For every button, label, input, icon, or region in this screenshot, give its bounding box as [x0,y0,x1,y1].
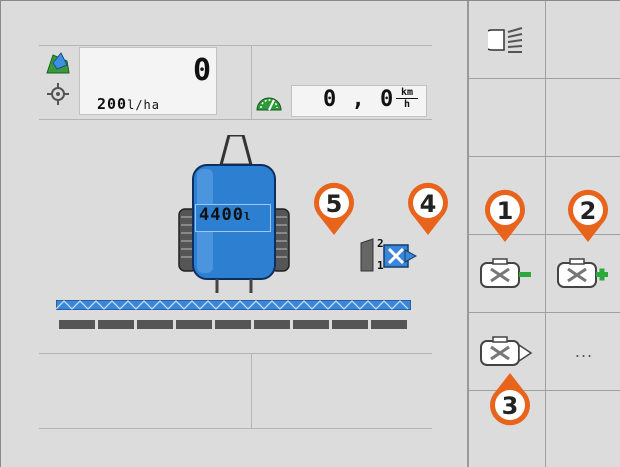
more-label: ... [574,342,594,361]
nozzle-minus-icon [480,257,531,288]
softkey-empty[interactable] [469,79,546,157]
boom [55,295,412,311]
work-lights-icon [488,26,523,53]
more-button[interactable]: ... [546,313,620,391]
rate-unit: l/ha [127,98,160,112]
callout-1-label: 1 [496,197,514,225]
softkey-empty[interactable] [546,79,620,157]
applied-value: 0 [192,53,211,88]
speed-unit-bottom: h [403,99,411,110]
callout-4-label: 4 [419,190,437,218]
tank-unit: l [243,210,252,223]
nozzle-plus-icon [557,257,608,288]
nozzle-next-icon [480,335,533,366]
callout-3: 3 [487,371,533,427]
callout-3-label: 3 [501,392,519,420]
tank-volume-readout: 4400l [199,205,252,225]
tank-volume: 4400 [199,205,244,225]
nozzle-status-icon [383,241,418,271]
speed-value: 0 , 0 [323,87,395,112]
speedometer-icon [255,91,283,113]
nozzle-plus-button[interactable] [546,235,620,313]
callout-5: 5 [311,181,357,237]
boom-sections [59,315,409,329]
divider [251,353,252,428]
divider [39,45,432,46]
softkey-empty[interactable] [546,391,620,467]
callout-2-label: 2 [579,197,597,225]
speed-unit: km h [396,87,418,110]
rate-readout: 200l/ha [97,95,160,113]
softkey-empty[interactable] [546,1,620,79]
divider [39,353,432,354]
target-icon [46,82,70,106]
work-area: 0 200l/ha 0 , 0 km h 4400l 2 1 5 4 [1,1,467,467]
divider [39,428,432,429]
divider [251,45,252,119]
rate-value: 200 [97,95,128,113]
nozzle-minus-button[interactable] [469,235,546,313]
speed-unit-top: km [396,87,418,99]
callout-5-label: 5 [325,190,343,218]
lights-button[interactable] [469,1,546,79]
field-area-icon [45,51,71,77]
section-switch-icon[interactable] [359,237,379,273]
callout-4: 4 [405,181,451,237]
terminal-screen: 0 200l/ha 0 , 0 km h 4400l 2 1 5 4 ... 1… [0,0,620,467]
divider [39,119,432,120]
callout-1: 1 [482,188,528,244]
callout-2: 2 [565,188,611,244]
